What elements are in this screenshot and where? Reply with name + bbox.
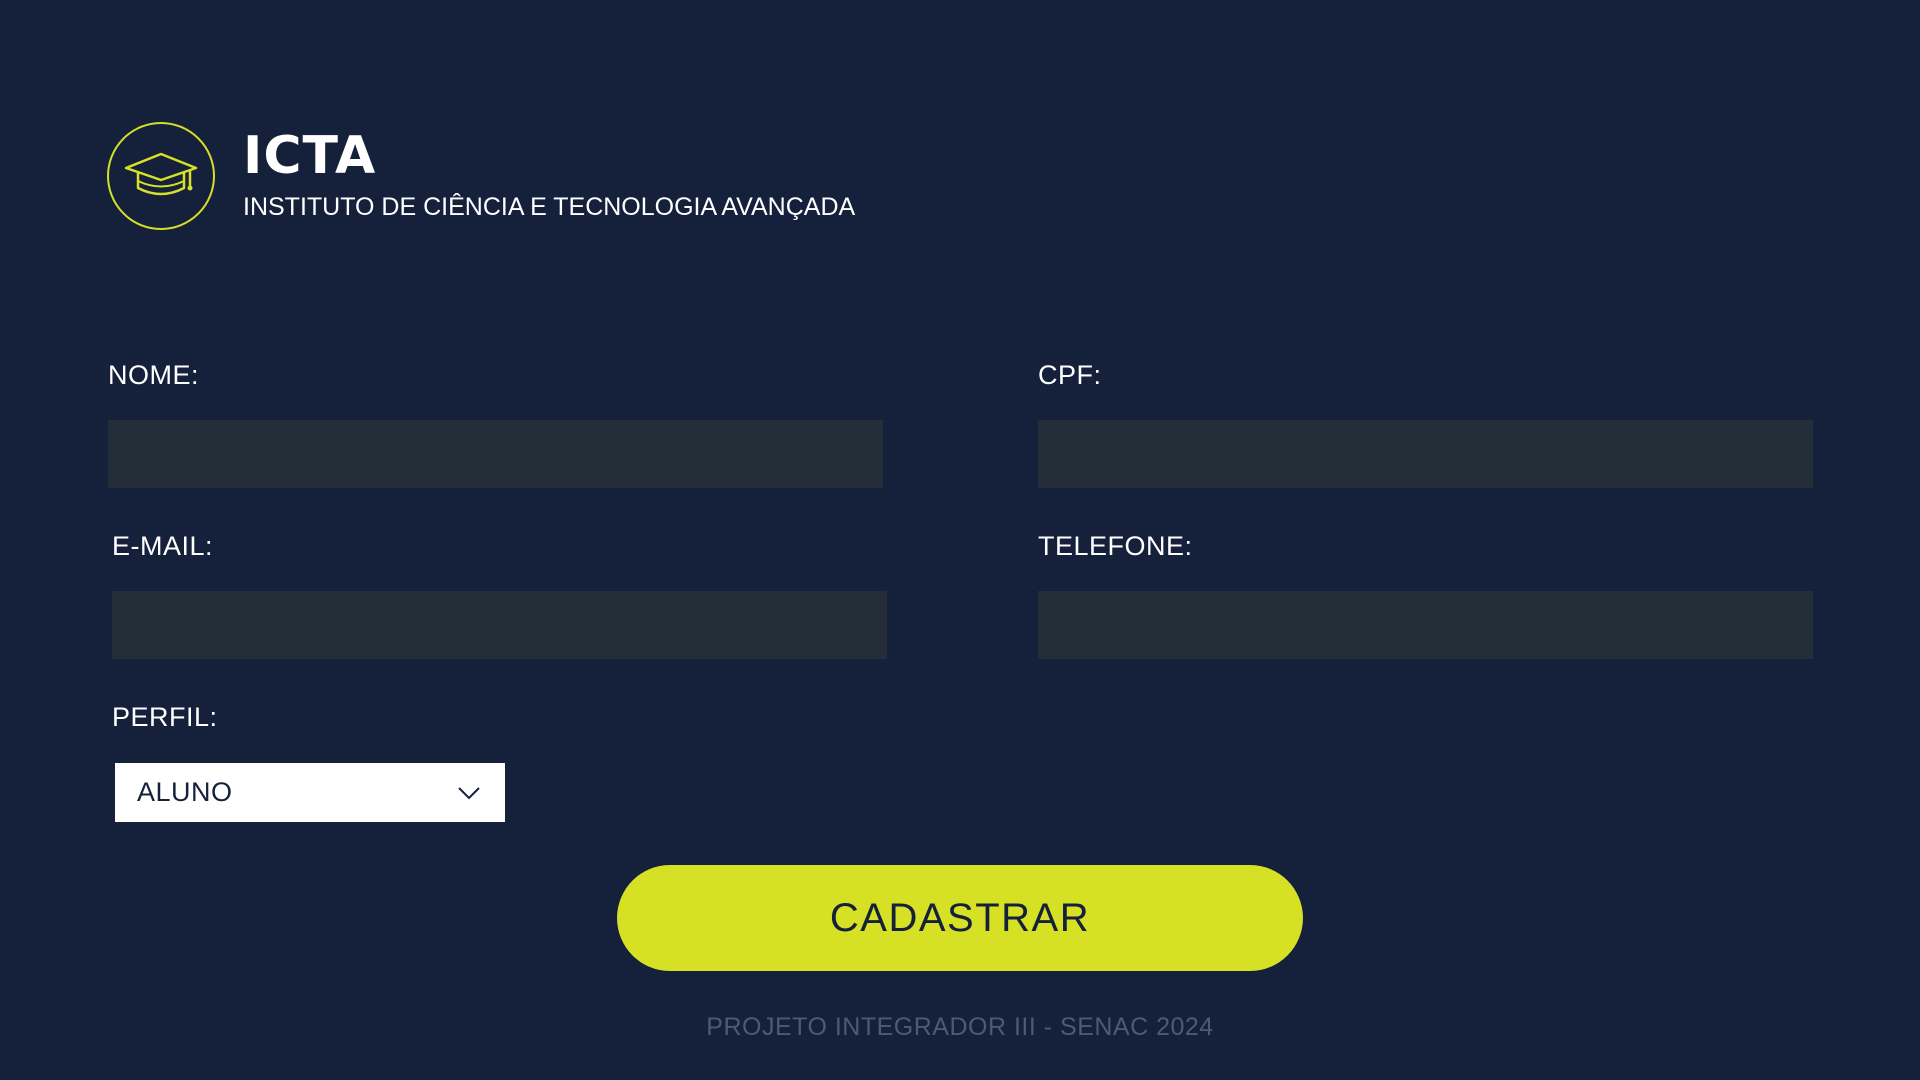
logo: [107, 122, 215, 230]
cpf-label: CPF:: [1038, 360, 1102, 390]
perfil-selected-value: ALUNO: [137, 777, 233, 807]
brand: ICTA INSTITUTO DE CIÊNCIA E TECNOLOGIA A…: [243, 130, 855, 222]
cpf-input[interactable]: [1038, 420, 1813, 488]
telefone-input[interactable]: [1038, 591, 1813, 659]
perfil-label: PERFIL:: [112, 702, 218, 732]
perfil-select[interactable]: ALUNO: [115, 763, 505, 822]
telefone-label: TELEFONE:: [1038, 531, 1193, 561]
chevron-down-icon: [458, 786, 480, 799]
email-label: E-MAIL:: [112, 531, 214, 561]
brand-name: ICTA: [243, 126, 377, 186]
graduation-cap-icon: [124, 152, 198, 196]
cadastrar-button[interactable]: CADASTRAR: [617, 865, 1303, 971]
nome-input[interactable]: [108, 420, 883, 488]
email-input[interactable]: [112, 591, 887, 659]
nome-label: NOME:: [108, 360, 200, 390]
brand-subtitle: INSTITUTO DE CIÊNCIA E TECNOLOGIA AVANÇA…: [243, 193, 856, 221]
footer-text: PROJETO INTEGRADOR III - SENAC 2024: [706, 1013, 1214, 1041]
header: ICTA INSTITUTO DE CIÊNCIA E TECNOLOGIA A…: [107, 122, 855, 230]
